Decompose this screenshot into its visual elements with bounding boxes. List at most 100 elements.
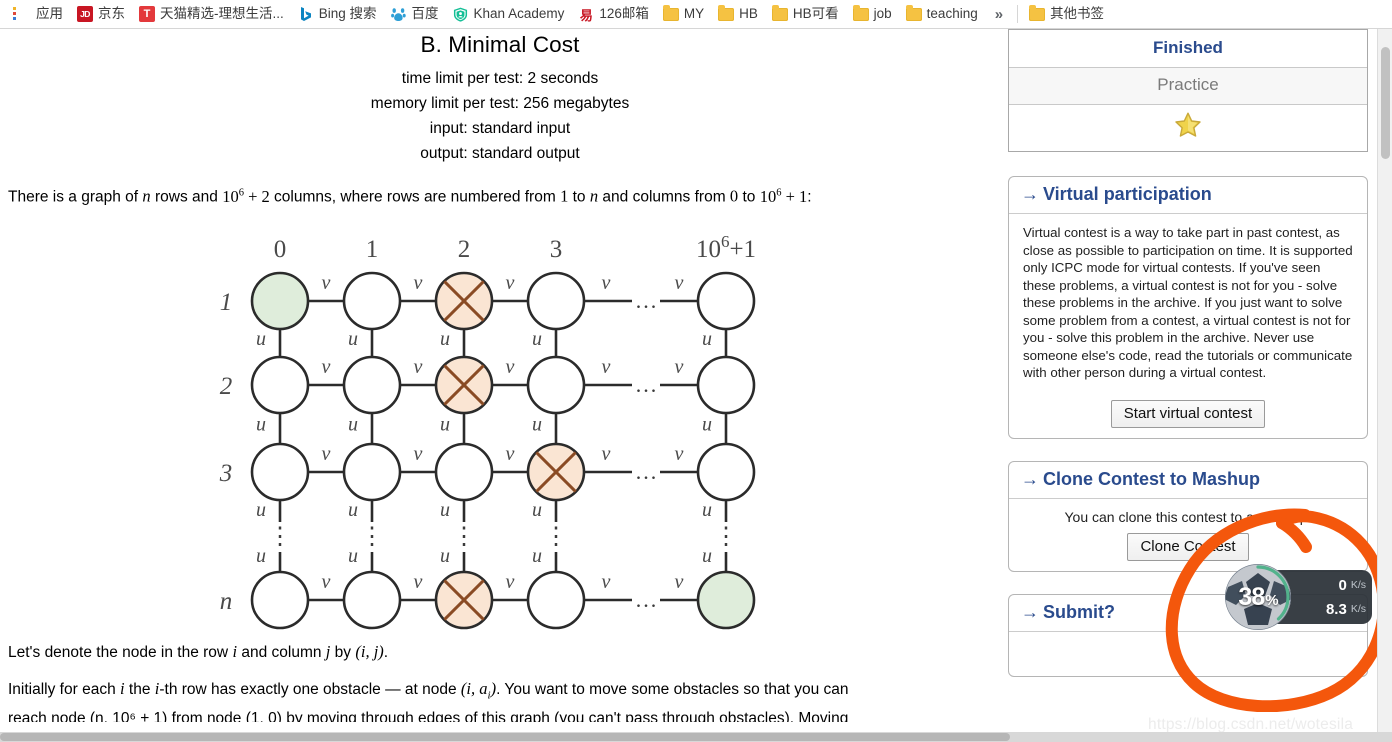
svg-text:2: 2 [220,373,233,400]
bookmark-folder-hb-keikan[interactable]: HB可看 [765,2,846,26]
svg-text:u: u [348,413,358,435]
text-fragment: There is a graph of [8,188,143,206]
svg-text:2: 2 [458,236,471,263]
bookmark-label: 其他书签 [1050,6,1105,22]
svg-text:...: ... [636,587,659,612]
bookmark-tmall[interactable]: T 天猫精选-理想生活... [132,2,291,26]
horizontal-scrollbar-thumb[interactable] [0,733,1010,741]
clone-contest-text: You can clone this contest to a mashup. [1064,508,1312,525]
folder-icon [771,4,788,21]
svg-text:v: v [675,571,684,593]
svg-text:106+1: 106+1 [696,232,756,263]
bookmark-label: HB可看 [792,6,839,22]
clone-contest-button[interactable]: Clone Contest [1127,532,1249,561]
folder-icon [905,4,922,21]
svg-text:u: u [440,413,450,435]
svg-text:u: u [348,328,358,350]
folder-icon [718,4,735,21]
svg-text:v: v [506,443,515,465]
folder-icon [852,4,869,21]
bookmark-folder-hb[interactable]: HB [711,2,765,26]
bookmark-folder-my[interactable]: MY [656,2,711,26]
svg-text:...: ... [636,288,659,313]
svg-text:v: v [602,443,611,465]
virtual-participation-text: Virtual contest is a way to take part in… [1023,225,1353,380]
grid-graph-figure: 0 1 2 3 106+1 1 2 3 n v v v v... v v v v v... v v v v v... v v v v… [8,217,1008,637]
page-content: B. Minimal Cost time limit per test: 2 s… [0,29,1392,742]
svg-text:3: 3 [550,236,563,263]
jd-logo-icon: JD [77,6,93,22]
problem-limits: time limit per test: 2 seconds memory li… [8,66,992,166]
svg-text:u: u [702,545,712,567]
favourite-star-button[interactable] [1009,105,1367,151]
bookmark-khan-academy[interactable]: Khan Academy [446,2,572,26]
text-fragment: to [568,188,590,206]
svg-text:3: 3 [219,460,233,487]
page-title: B. Minimal Cost [420,32,580,57]
svg-text:u: u [256,413,266,435]
svg-text:u: u [348,545,358,567]
bookmarks-overflow-button[interactable]: » [985,6,1013,23]
bookmark-jd[interactable]: JD 京东 [70,2,132,26]
start-virtual-contest-wrap: Start virtual contest [1009,394,1367,438]
problem-intro-paragraph: There is a graph of n rows and 106 + 2 c… [8,182,992,209]
text-fragment: rows and [150,188,223,206]
svg-text:u: u [256,499,266,521]
svg-text:⋮: ⋮ [360,524,384,550]
bookmark-label: job [873,6,892,22]
bookmark-apps[interactable]: 应用 [2,2,70,26]
bookmark-label: MY [683,6,705,22]
arrow-right-icon: → [1021,184,1039,204]
folder-icon [662,4,679,21]
bookmark-label: 百度 [411,6,439,22]
bookmark-label: 京东 [98,6,125,22]
svg-text:u: u [702,413,712,435]
svg-text:v: v [675,443,684,465]
problem-initially-paragraph: Initially for each i the i-th row has ex… [8,678,849,701]
bookmark-bing[interactable]: Bing 搜索 [291,2,384,26]
svg-text:u: u [532,413,542,435]
download-speed-widget[interactable]: ↑ 0 K/s ↓ 8.3 K/s [1222,561,1372,633]
svg-text:u: u [256,328,266,350]
math-pair-iai: (i, ai) [460,678,497,701]
bookmark-folder-job[interactable]: job [846,2,899,26]
vertical-scrollbar[interactable] [1377,29,1392,742]
text-fragment: and columns from [598,188,730,206]
svg-text:v: v [506,272,515,294]
panel-caption[interactable]: → Clone Contest to Mashup [1009,462,1367,499]
svg-text:1: 1 [220,289,233,316]
panel-caption-label: Clone Contest to Mashup [1043,468,1260,489]
svg-text:...: ... [636,372,659,397]
time-limit: time limit per test: 2 seconds [401,70,599,87]
svg-text:u: u [256,545,266,567]
submit-panel-body [1009,632,1367,676]
panel-caption[interactable]: → Virtual participation [1009,177,1367,214]
bookmark-label: HB [739,6,758,22]
bookmarks-bar: 应用 JD 京东 T 天猫精选-理想生活... Bing 搜索 百度 Khan … [0,0,1392,29]
contest-status-panel: Finished Practice [1008,29,1368,152]
bookmark-baidu[interactable]: 百度 [384,2,446,26]
svg-text:u: u [440,545,450,567]
bookmark-label: Bing 搜索 [318,6,377,22]
start-virtual-contest-button[interactable]: Start virtual contest [1110,399,1266,428]
svg-text:u: u [348,499,358,521]
svg-text:1: 1 [366,236,379,263]
bookmark-folder-teaching[interactable]: teaching [899,2,985,26]
contest-mode-label[interactable]: Practice [1009,68,1367,105]
download-speed-value: 8.3 [1325,600,1347,618]
svg-text:v: v [322,571,331,593]
horizontal-scrollbar[interactable] [0,732,1392,742]
browser-window: 应用 JD 京东 T 天猫精选-理想生活... Bing 搜索 百度 Khan … [0,0,1392,742]
download-progress-percent: 38% [1222,561,1294,633]
khan-academy-icon [453,6,469,22]
download-speed-unit: K/s [1350,603,1366,615]
bookmark-126-mail[interactable]: 易 126邮箱 [571,2,656,26]
bookmark-other-bookmarks[interactable]: 其他书签 [1022,2,1111,26]
svg-text:v: v [506,356,515,378]
math-n: n [589,186,599,206]
svg-text:v: v [414,571,423,593]
svg-text:v: v [675,356,684,378]
memory-limit: memory limit per test: 256 megabytes [370,95,630,112]
bookmark-label: 天猫精选-理想生活... [160,6,284,22]
vertical-scrollbar-thumb[interactable] [1381,47,1390,159]
